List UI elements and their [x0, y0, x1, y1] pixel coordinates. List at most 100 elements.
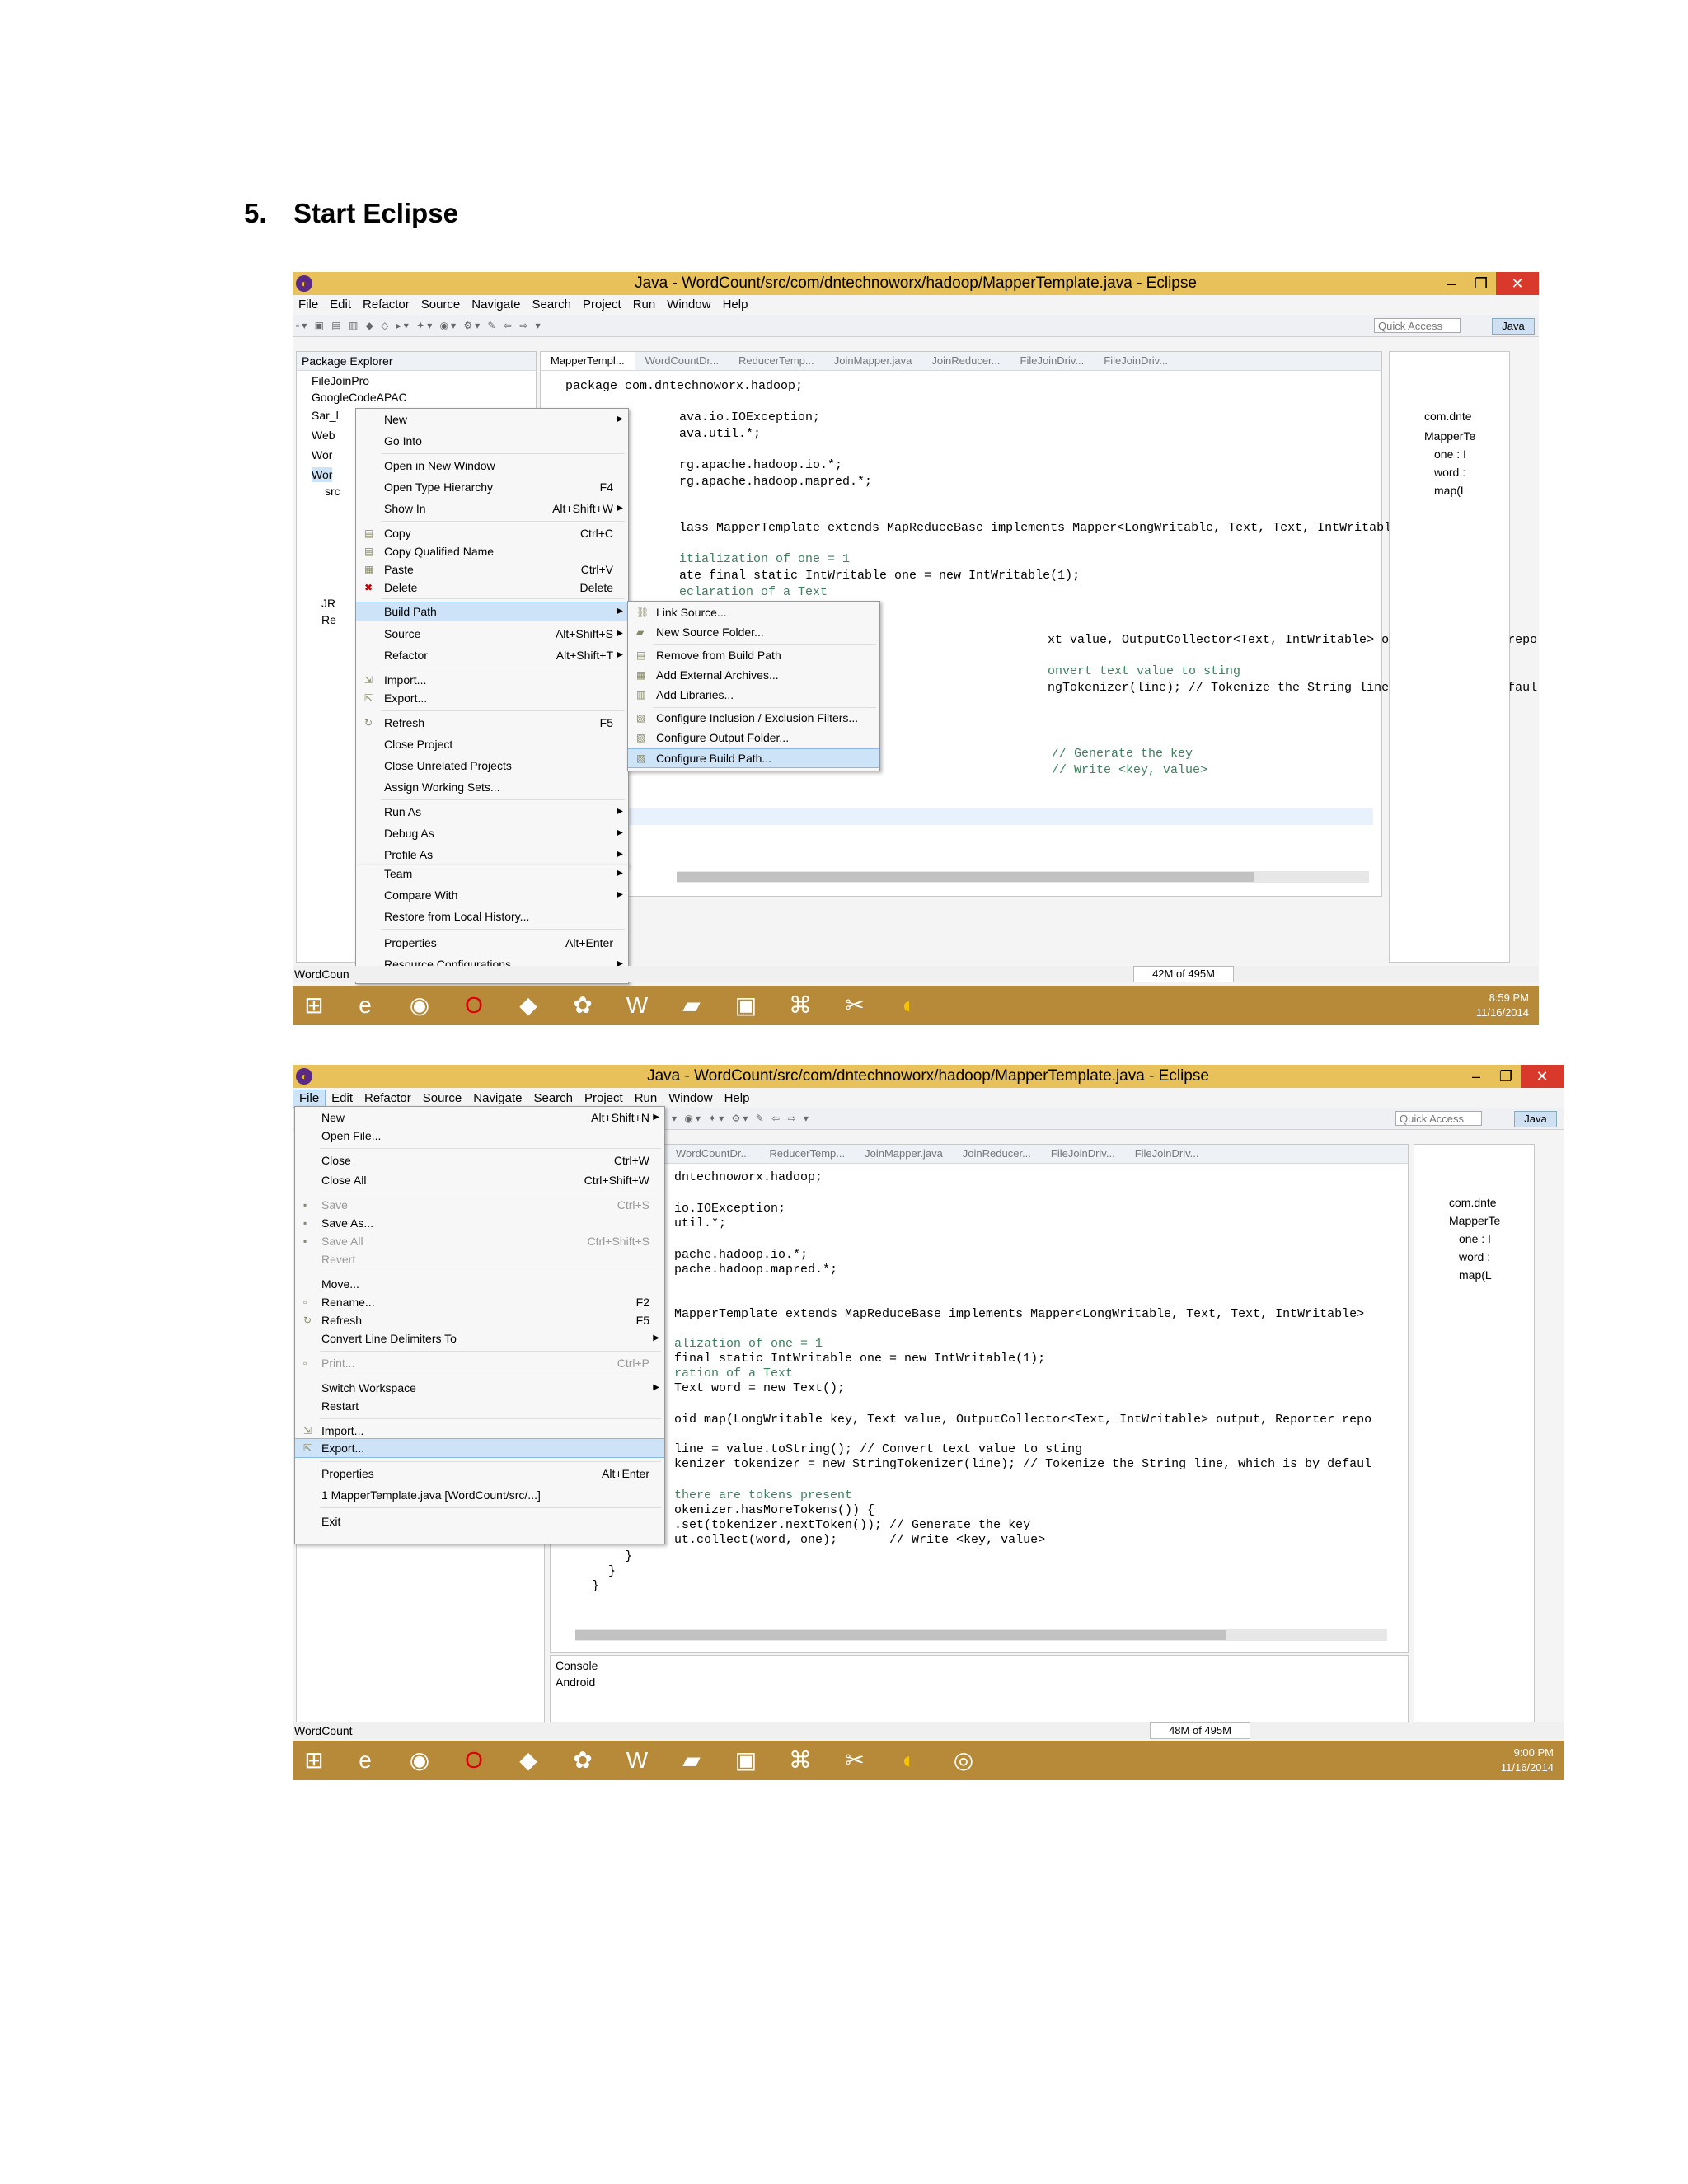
outline-item[interactable]: MapperTe	[1424, 429, 1475, 443]
file-menu-properties[interactable]: Properties Alt+Enter	[295, 1465, 664, 1483]
file-menu-save-as[interactable]: ▪ Save As...	[295, 1214, 664, 1232]
menu-item-close-unrelated[interactable]: Close Unrelated Projects	[356, 757, 628, 775]
tree-item[interactable]: Wor	[312, 448, 332, 462]
code-editor[interactable]: WordCountDr... ReducerTemp... JoinMapper.j…	[550, 1144, 1409, 1653]
menu-item-export[interactable]: ⇱ Export...	[356, 689, 628, 707]
tree-item[interactable]: FileJoinPro	[312, 373, 369, 388]
menu-window[interactable]: Window	[661, 297, 716, 313]
app-icon[interactable]: ✂	[840, 1746, 870, 1775]
file-menu-convert-delimiters[interactable]: Convert Line Delimiters To ▶	[295, 1329, 664, 1347]
editor-tab[interactable]: JoinMapper.java	[855, 1145, 953, 1163]
menu-item-new[interactable]: New ▶	[356, 410, 628, 429]
outline-item[interactable]: MapperTe	[1449, 1214, 1500, 1227]
editor-tab[interactable]: ReducerTemp...	[759, 1145, 855, 1163]
tree-item[interactable]: Web	[312, 428, 335, 443]
app-icon[interactable]: ✿	[568, 991, 598, 1020]
submenu-link-source[interactable]: ⛓ Link Source...	[628, 603, 879, 621]
submenu-remove-build-path[interactable]: ▤ Remove from Build Path	[628, 646, 879, 664]
menu-help[interactable]: Help	[717, 297, 754, 313]
editor-tab[interactable]: FileJoinDriv...	[1041, 1145, 1125, 1163]
menu-source[interactable]: Source	[417, 1090, 468, 1107]
menu-refactor[interactable]: Refactor	[359, 1090, 417, 1107]
menu-project[interactable]: Project	[579, 1090, 629, 1107]
explorer-icon[interactable]: ▰	[677, 991, 706, 1020]
maximize-icon[interactable]: ❐	[1491, 1065, 1521, 1088]
eclipse-taskbar-icon[interactable]: ◐	[894, 1746, 924, 1775]
menu-item-team[interactable]: Team ▶	[356, 865, 628, 883]
tree-item-selected[interactable]: Wor	[312, 467, 333, 482]
file-menu-exit[interactable]: Exit	[295, 1512, 664, 1530]
submenu-configure-build-path[interactable]: ▧ Configure Build Path...	[628, 748, 879, 768]
menu-item-build-path[interactable]: Build Path ▶	[356, 602, 628, 621]
editor-tab[interactable]: MapperTempl...	[541, 352, 635, 370]
menu-item-assign-working-sets[interactable]: Assign Working Sets...	[356, 778, 628, 796]
app-icon[interactable]: ◎	[949, 1746, 978, 1775]
tree-item[interactable]: JR	[321, 596, 335, 611]
minimize-icon[interactable]: –	[1437, 272, 1466, 295]
outline-item[interactable]: word :	[1459, 1250, 1490, 1263]
app-icon[interactable]: ◆	[513, 991, 543, 1020]
horizontal-scrollbar[interactable]	[575, 1629, 1387, 1641]
file-menu-import[interactable]: ⇲ Import...	[295, 1422, 664, 1440]
quick-access-input[interactable]: Quick Access	[1374, 318, 1461, 333]
menu-edit[interactable]: Edit	[324, 297, 357, 313]
menu-search[interactable]: Search	[526, 297, 577, 313]
menu-item-go-into[interactable]: Go Into	[356, 432, 628, 450]
tree-item[interactable]: GoogleCodeAPAC	[312, 390, 407, 405]
menu-run[interactable]: Run	[627, 297, 662, 313]
menu-edit[interactable]: Edit	[326, 1090, 359, 1107]
file-menu-save-all[interactable]: ▪ Save All Ctrl+Shift+S	[295, 1232, 664, 1250]
menu-search[interactable]: Search	[528, 1090, 579, 1107]
scrollbar-thumb[interactable]	[575, 1630, 1226, 1640]
menu-item-source[interactable]: Source Alt+Shift+S ▶	[356, 625, 628, 643]
scrollbar-thumb[interactable]	[677, 872, 1254, 882]
menu-item-profile-as[interactable]: Profile As ▶	[356, 846, 628, 864]
menu-item-close-project[interactable]: Close Project	[356, 735, 628, 753]
menu-item-refresh[interactable]: ↻ Refresh F5	[356, 714, 628, 732]
toolbar-icons[interactable]: ▾ ◉▾ ✦▾ ⚙▾ ✎ ⇦ ⇨ ▾	[672, 1113, 811, 1124]
word-icon[interactable]: W	[622, 1746, 652, 1775]
tree-item[interactable]: Re	[321, 612, 336, 627]
menu-run[interactable]: Run	[629, 1090, 663, 1107]
menu-item-refactor[interactable]: Refactor Alt+Shift+T ▶	[356, 646, 628, 664]
eclipse-taskbar-icon[interactable]: ◐	[894, 991, 924, 1020]
editor-tab[interactable]: JoinReducer...	[953, 1145, 1041, 1163]
editor-tab[interactable]: ReducerTemp...	[729, 352, 824, 370]
menu-item-run-as[interactable]: Run As ▶	[356, 803, 628, 821]
file-menu-switch-workspace[interactable]: Switch Workspace ▶	[295, 1379, 664, 1397]
file-menu-revert[interactable]: Revert	[295, 1250, 664, 1268]
file-menu-print[interactable]: ▫ Print... Ctrl+P	[295, 1354, 664, 1372]
editor-tab[interactable]: WordCountDr...	[666, 1145, 759, 1163]
network-icon[interactable]: ⌘	[785, 991, 815, 1020]
tree-item[interactable]: src	[325, 484, 340, 499]
menu-item-import[interactable]: ⇲ Import...	[356, 671, 628, 689]
editor-tab[interactable]: JoinMapper.java	[824, 352, 922, 370]
network-icon[interactable]: ⌘	[785, 1746, 815, 1775]
outline-item[interactable]: map(L	[1434, 484, 1467, 497]
app-icon[interactable]: ✂	[840, 991, 870, 1020]
editor-tab[interactable]: FileJoinDriv...	[1125, 1145, 1209, 1163]
menu-navigate[interactable]: Navigate	[467, 1090, 528, 1107]
windows-start-icon[interactable]: ⊞	[299, 1746, 329, 1775]
file-menu-restart[interactable]: Restart	[295, 1397, 664, 1415]
menu-item-open-new-window[interactable]: Open in New Window	[356, 457, 628, 475]
file-menu-open-file[interactable]: Open File...	[295, 1127, 664, 1145]
opera-icon[interactable]: O	[459, 991, 489, 1020]
menu-item-delete[interactable]: ✖ Delete Delete	[356, 579, 628, 597]
outline-item[interactable]: word :	[1434, 466, 1465, 479]
file-menu-rename[interactable]: ▫ Rename... F2	[295, 1293, 664, 1311]
app-icon[interactable]: ✿	[568, 1746, 598, 1775]
console-title[interactable]: Console	[556, 1659, 598, 1672]
app-icon[interactable]: ◆	[513, 1746, 543, 1775]
menu-help[interactable]: Help	[719, 1090, 756, 1107]
quick-access-input[interactable]: Quick Access	[1395, 1111, 1482, 1126]
file-menu-close-all[interactable]: Close All Ctrl+Shift+W	[295, 1171, 664, 1189]
ie-icon[interactable]: e	[350, 991, 380, 1020]
menu-navigate[interactable]: Navigate	[466, 297, 526, 313]
menu-item-copy[interactable]: ▤ Copy Ctrl+C	[356, 524, 628, 542]
menu-window[interactable]: Window	[663, 1090, 718, 1107]
minimize-icon[interactable]: –	[1461, 1065, 1491, 1088]
outline-item[interactable]: map(L	[1459, 1268, 1492, 1282]
maximize-icon[interactable]: ❐	[1466, 272, 1496, 295]
menu-project[interactable]: Project	[577, 297, 627, 313]
